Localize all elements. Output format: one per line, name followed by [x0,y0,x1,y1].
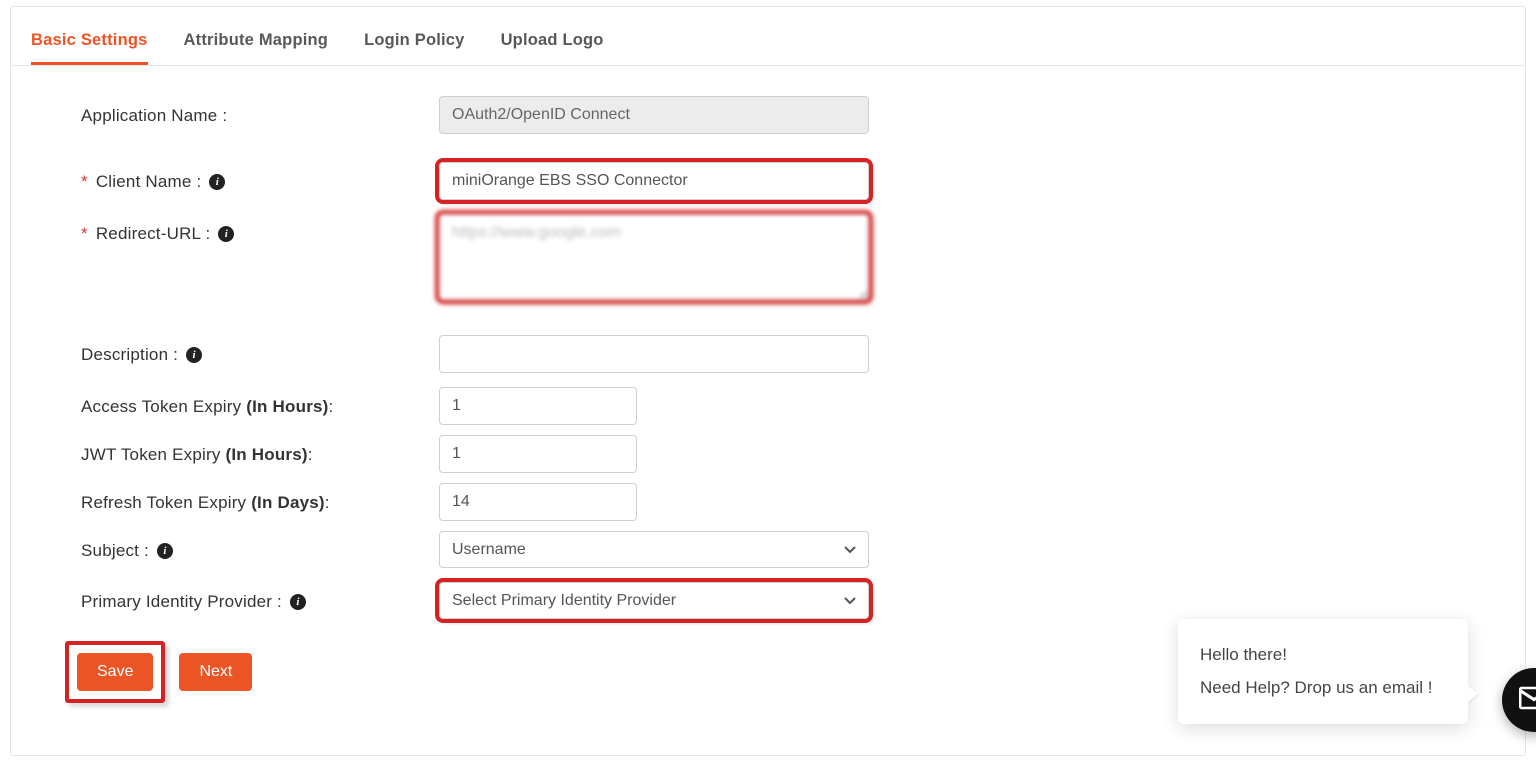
tab-attribute-mapping[interactable]: Attribute Mapping [184,31,329,65]
label-refresh-token-expiry: Refresh Token Expiry (In Days): [81,483,439,513]
label-access-token-expiry: Access Token Expiry (In Hours): [81,387,439,417]
label-client-name-text: Client Name : [96,172,202,192]
label-description-text: Description : [81,345,178,365]
next-button[interactable]: Next [179,653,252,691]
client-name-input[interactable] [439,162,869,200]
help-popover: Hello there! Need Help? Drop us an email… [1178,619,1468,724]
label-client-name: * Client Name : i [81,162,439,192]
tab-basic-settings[interactable]: Basic Settings [31,31,148,65]
label-jwt-token-expiry: JWT Token Expiry (In Hours): [81,435,439,465]
row-client-name: * Client Name : i [81,162,1455,200]
subject-select[interactable]: Username [439,531,869,568]
label-colon: : [308,445,313,464]
info-icon[interactable]: i [290,594,306,610]
label-primary-idp-text: Primary Identity Provider : [81,592,282,612]
envelope-icon [1519,686,1536,715]
application-name-input [439,96,869,134]
label-subject: Subject : i [81,531,439,561]
label-access-bold: (In Hours) [246,397,328,416]
primary-idp-select[interactable]: Select Primary Identity Provider [439,582,869,619]
label-colon: : [325,493,330,512]
label-description: Description : i [81,335,439,365]
label-redirect-url: * Redirect-URL : i [81,214,439,244]
label-access-pre: Access Token Expiry [81,397,246,416]
label-subject-text: Subject : [81,541,149,561]
help-line1: Hello there! [1200,639,1446,671]
label-jwt-bold: (In Hours) [225,445,307,464]
required-asterisk: * [81,224,88,244]
label-application-name: Application Name : [81,96,439,126]
label-application-name-text: Application Name : [81,106,227,126]
info-icon[interactable]: i [218,226,234,242]
save-highlight: Save [65,641,165,703]
save-button[interactable]: Save [77,653,153,691]
tab-login-policy[interactable]: Login Policy [364,31,465,65]
jwt-token-expiry-input[interactable] [439,435,637,473]
label-colon: : [329,397,334,416]
row-primary-idp: Primary Identity Provider : i Select Pri… [81,582,1455,619]
info-icon[interactable]: i [209,174,225,190]
redirect-url-input[interactable]: https://www.google.com [439,214,869,300]
access-token-expiry-input[interactable] [439,387,637,425]
info-icon[interactable]: i [186,347,202,363]
help-line2: Need Help? Drop us an email ! [1200,672,1446,704]
label-refresh-pre: Refresh Token Expiry [81,493,251,512]
row-refresh-token-expiry: Refresh Token Expiry (In Days): [81,483,1455,521]
info-icon[interactable]: i [157,543,173,559]
row-access-token-expiry: Access Token Expiry (In Hours): [81,387,1455,425]
label-redirect-url-text: Redirect-URL : [96,224,211,244]
required-asterisk: * [81,172,88,192]
tab-bar: Basic Settings Attribute Mapping Login P… [11,7,1525,66]
description-input[interactable] [439,335,869,373]
row-subject: Subject : i Username [81,531,1455,568]
row-application-name: Application Name : [81,96,1455,134]
refresh-token-expiry-input[interactable] [439,483,637,521]
row-description: Description : i [81,335,1455,373]
row-jwt-token-expiry: JWT Token Expiry (In Hours): [81,435,1455,473]
label-primary-idp: Primary Identity Provider : i [81,582,439,612]
label-jwt-pre: JWT Token Expiry [81,445,225,464]
tab-upload-logo[interactable]: Upload Logo [501,31,604,65]
label-refresh-bold: (In Days) [251,493,325,512]
row-redirect-url: * Redirect-URL : i https://www.google.co… [81,214,1455,305]
